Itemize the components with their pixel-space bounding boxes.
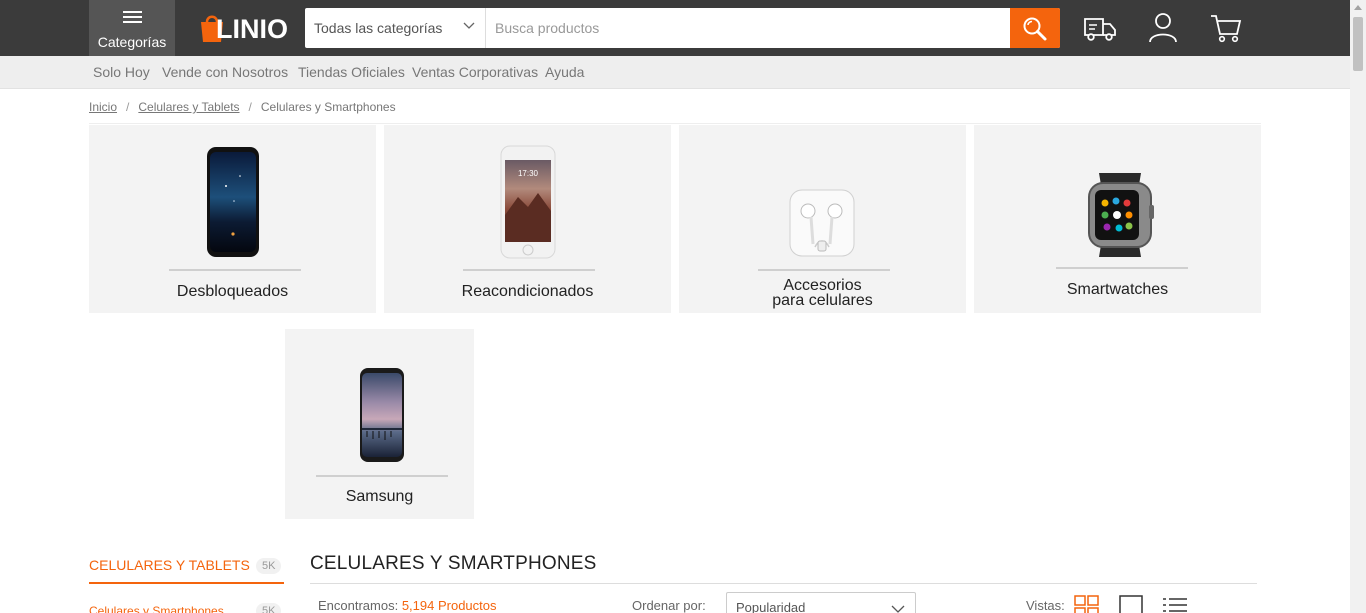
categories-menu-button[interactable]: Categorías xyxy=(89,0,175,56)
views-label: Vistas: xyxy=(1026,598,1065,613)
category-tile-desbloqueados[interactable]: Desbloqueados xyxy=(89,125,376,313)
shipping-truck-icon[interactable] xyxy=(1082,10,1118,46)
page-scrollbar[interactable] xyxy=(1350,0,1366,613)
logo-text: LINIO xyxy=(216,14,288,44)
category-label: Desbloqueados xyxy=(176,283,289,300)
category-tile-smartwatches[interactable]: Smartwatches xyxy=(974,125,1261,313)
tile-divider xyxy=(463,269,595,271)
sidebar-heading-label: CELULARES Y TABLETS xyxy=(89,557,250,573)
divider xyxy=(89,123,1261,124)
subnav-vende-con-nosotros[interactable]: Vende con Nosotros xyxy=(162,64,288,80)
tile-divider xyxy=(169,269,301,271)
sidebar-item-celulares-y-smartphones[interactable]: Celulares y Smartphones 5K xyxy=(89,602,284,613)
breadcrumb: Inicio / Celulares y Tablets / Celulares y S… xyxy=(89,100,396,114)
smartwatch-image xyxy=(1088,173,1154,257)
secondary-nav: Solo Hoy Vende con Nosotros Tiendas Ofic… xyxy=(0,56,1350,89)
search-category-select[interactable]: Todas las categorías xyxy=(305,8,486,48)
iphone-image: 17:30 xyxy=(500,145,556,259)
cart-icon[interactable] xyxy=(1208,10,1244,46)
breadcrumb-celulares-y-tablets[interactable]: Celulares y Tablets xyxy=(138,100,239,114)
subnav-tiendas-oficiales[interactable]: Tiendas Oficiales xyxy=(298,64,405,80)
sidebar-item-label: Celulares y Smartphones xyxy=(89,604,224,613)
category-tile-reacondicionados[interactable]: 17:30 Reacondicionados xyxy=(384,125,671,313)
search-category-value: Todas las categorías xyxy=(314,20,443,36)
search-icon xyxy=(1023,17,1047,41)
breadcrumb-separator: / xyxy=(126,100,130,114)
sort-label: Ordenar por: xyxy=(632,598,706,613)
category-label: Samsung xyxy=(345,488,414,505)
results-count-value: 5,194 Productos xyxy=(401,598,497,613)
subnav-solo-hoy[interactable]: Solo Hoy xyxy=(93,64,150,80)
single-view-icon[interactable] xyxy=(1119,595,1145,613)
sort-select[interactable]: Popularidad xyxy=(726,592,916,613)
linio-page: Categorías LINIO Todas las categorías Bu… xyxy=(0,0,1366,613)
count-badge: 5K xyxy=(256,603,282,613)
top-bar: Categorías LINIO Todas las categorías xyxy=(0,0,1350,56)
earphones-case-image xyxy=(789,189,855,257)
breadcrumb-separator: / xyxy=(248,100,252,114)
tile-divider xyxy=(316,475,448,477)
sidebar-heading-celulares-y-tablets[interactable]: CELULARES Y TABLETS 5K xyxy=(89,556,284,584)
results-count: Encontramos: 5,194 Productos xyxy=(318,598,497,613)
hamburger-icon xyxy=(123,11,142,23)
samsung-phone-image xyxy=(360,368,404,462)
linio-logo[interactable]: LINIO xyxy=(197,10,292,46)
grid-view-icon[interactable] xyxy=(1074,595,1100,613)
categories-menu-label: Categorías xyxy=(97,34,167,50)
category-label-line1: Accesorios xyxy=(783,277,862,294)
search-bar: Todas las categorías xyxy=(305,8,1060,48)
breadcrumb-inicio[interactable]: Inicio xyxy=(89,100,117,114)
smartphone-image xyxy=(207,147,259,257)
svg-text:17:30: 17:30 xyxy=(518,169,539,178)
chevron-down-icon xyxy=(891,605,905,613)
scroll-up-arrow-icon[interactable] xyxy=(1354,5,1362,10)
results-count-prefix: Encontramos: xyxy=(318,598,399,613)
chevron-down-icon xyxy=(463,22,475,29)
user-icon[interactable] xyxy=(1145,10,1181,46)
search-input[interactable] xyxy=(487,8,1010,48)
list-view-icon[interactable] xyxy=(1162,595,1188,613)
breadcrumb-current: Celulares y Smartphones xyxy=(260,100,396,114)
subnav-ayuda[interactable]: Ayuda xyxy=(545,64,584,80)
search-button[interactable] xyxy=(1010,8,1060,48)
divider xyxy=(310,583,1257,584)
category-tile-accesorios[interactable]: Accesorios para celulares xyxy=(679,125,966,313)
results-title: CELULARES Y SMARTPHONES xyxy=(310,553,597,574)
scrollbar-thumb[interactable] xyxy=(1353,17,1363,71)
tile-divider xyxy=(758,269,890,271)
category-label: Reacondicionados xyxy=(461,283,594,300)
category-label-line2: para celulares xyxy=(772,292,873,309)
count-badge: 5K xyxy=(256,558,282,574)
category-label: Smartwatches xyxy=(1066,281,1169,298)
subnav-ventas-corporativas[interactable]: Ventas Corporativas xyxy=(412,64,538,80)
sort-value: Popularidad xyxy=(736,600,806,613)
tile-divider xyxy=(1056,267,1188,269)
category-tile-samsung[interactable]: Samsung xyxy=(285,329,474,519)
